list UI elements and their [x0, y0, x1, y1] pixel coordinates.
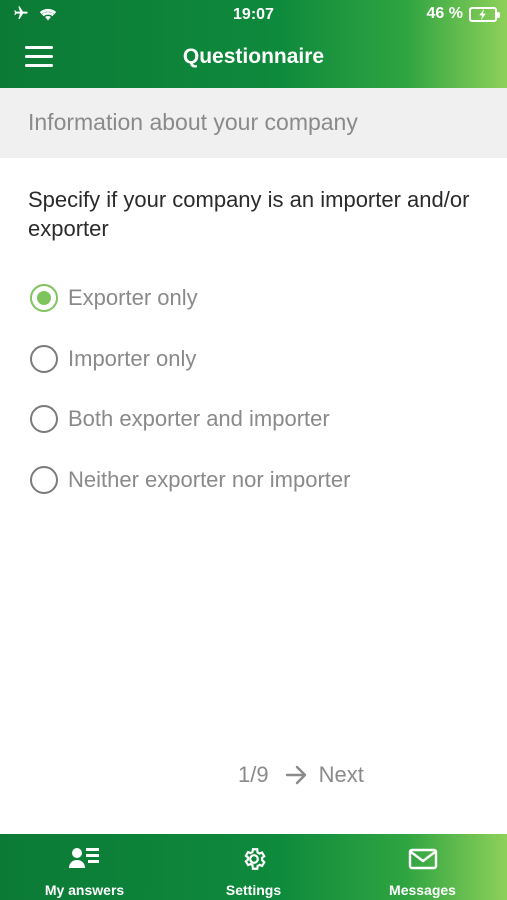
option-label: Exporter only [68, 285, 198, 311]
page-progress: 1/9 [238, 762, 269, 787]
user-list-icon [68, 846, 101, 877]
radio-unselected-icon[interactable] [30, 405, 58, 434]
question-text: Specify if your company is an importer a… [28, 187, 470, 241]
radio-unselected-icon[interactable] [30, 465, 58, 494]
option-label: Importer only [68, 345, 197, 371]
app-header: 19:07 46 % Questionnaire [0, 0, 507, 88]
option-both[interactable]: Both exporter and importer [30, 389, 490, 450]
radio-unselected-icon[interactable] [30, 344, 58, 373]
option-neither[interactable]: Neither exporter nor importer [30, 450, 490, 511]
arrow-right-icon[interactable] [285, 764, 309, 786]
radio-selected-icon[interactable] [30, 284, 58, 313]
option-exporter-only[interactable]: Exporter only [30, 268, 490, 329]
pager: 1/9 Next [238, 762, 364, 788]
battery-charging-icon [469, 6, 500, 22]
gear-icon [240, 846, 268, 877]
tab-my-answers[interactable]: My answers [0, 834, 169, 900]
answer-options: Exporter only Importer only Both exporte… [30, 268, 490, 510]
tab-bar: My answers Settings Messages [0, 834, 507, 900]
tab-settings[interactable]: Settings [169, 834, 338, 900]
envelope-icon [408, 846, 438, 877]
option-label: Both exporter and importer [68, 406, 330, 432]
section-title: Information about your company [0, 88, 507, 158]
tab-label: My answers [44, 882, 125, 898]
tab-label: Messages [389, 882, 456, 898]
page-title: Questionnaire [182, 45, 325, 68]
status-bar: 19:07 46 % [0, 0, 507, 30]
tab-label: Settings [225, 882, 282, 898]
battery-percent: 46 % [426, 5, 463, 22]
option-importer-only[interactable]: Importer only [30, 329, 490, 390]
next-button[interactable]: Next [319, 762, 364, 788]
tab-messages[interactable]: Messages [338, 834, 507, 900]
option-label: Neither exporter nor importer [68, 466, 351, 492]
